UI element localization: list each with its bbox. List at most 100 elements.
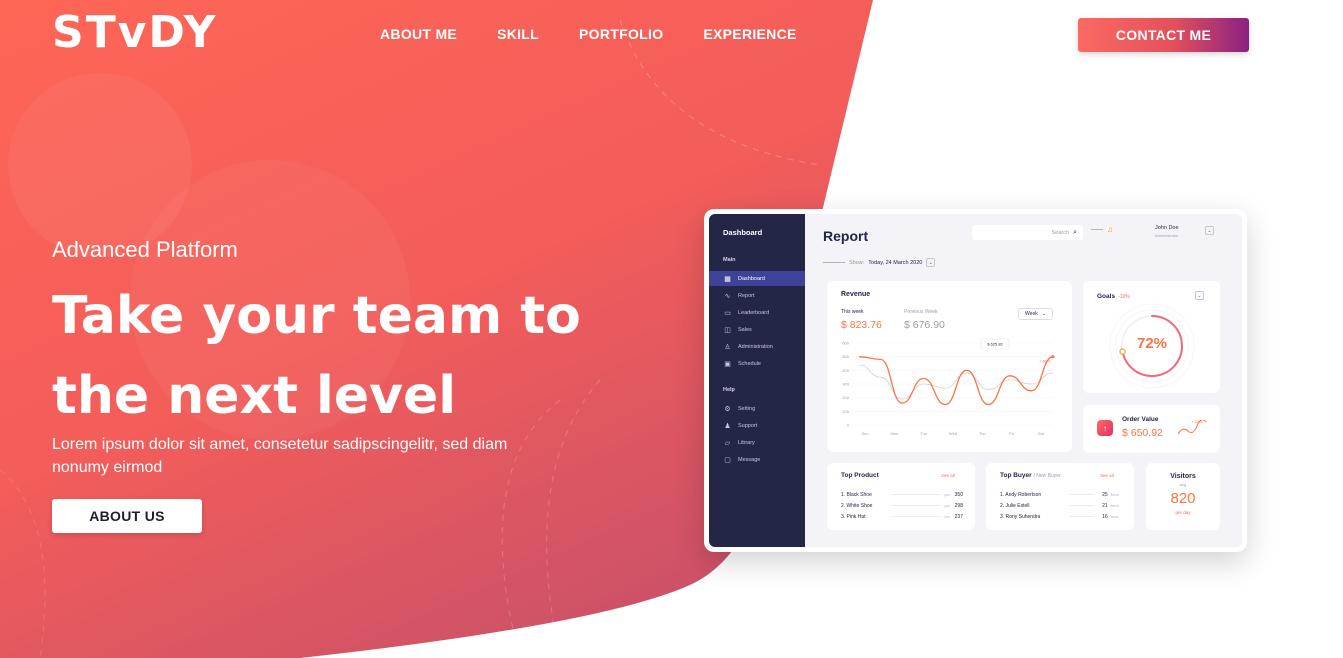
visitors-sub: avg — [1179, 482, 1187, 487]
x-tick-label: Fri — [1009, 431, 1014, 436]
item-unit: pcs — [944, 492, 950, 497]
sidebar-item-label: Setting — [738, 405, 756, 412]
sidebar-item-sales[interactable]: ◫ Sales — [709, 322, 805, 337]
about-us-button[interactable]: ABOUT US — [52, 499, 202, 533]
dashboard-frame: Dashboard Main ▦ Dashboard ∿ Report ▭ Leade… — [709, 214, 1242, 547]
sidebar-section-help: Help — [723, 387, 735, 393]
top-buyer-see-all-link[interactable]: See all — [1100, 473, 1114, 478]
sidebar-item-schedule[interactable]: ▣ Schedule — [709, 356, 805, 371]
x-tick-label: Sun — [861, 431, 868, 436]
top-buyer-list: 1. Andy Robertson 25 items 2. Julie Estell… — [1000, 489, 1122, 522]
x-tick-label: Thu — [979, 431, 986, 436]
chevron-down-icon: ⌄ — [1041, 311, 1046, 317]
hero-description: Lorem ipsum dolor sit amet, consetetur s… — [52, 436, 508, 476]
sidebar-item-label: Schedule — [738, 360, 761, 367]
x-tick-label: Mon — [890, 431, 898, 436]
hero-subtitle: Advanced Platform — [52, 237, 238, 262]
sidebar-item-report[interactable]: ∿ Report — [709, 288, 805, 303]
user-role: Administrator — [1155, 233, 1179, 238]
sidebar-item-label: Report — [738, 292, 755, 299]
goals-percent: 72% — [1136, 335, 1168, 352]
activity-icon: ∿ — [724, 292, 731, 300]
y-tick-label: 500 — [842, 354, 849, 359]
chevron-down-icon[interactable]: ⌄ — [1195, 291, 1204, 300]
sidebar-item-label: Library — [738, 439, 755, 446]
sidebar-item-administration[interactable]: ♙ Administration — [709, 339, 805, 354]
sidebar-item-leaderboard[interactable]: ▭ Leaderboard — [709, 305, 805, 320]
date-value: Today, 24 March 2020 — [868, 259, 923, 266]
dashboard-search-input[interactable]: Search ⌕ — [972, 225, 1083, 240]
item-unit: items — [1110, 514, 1119, 519]
nav-about-me[interactable]: ABOUT ME — [380, 26, 457, 42]
user-profile[interactable]: John Doe Administrator — [1155, 225, 1179, 239]
list-item: 2. White Shoe pcs 298 — [841, 500, 963, 511]
visitors-value: 820 — [1170, 490, 1196, 507]
item-name: 2. Julie Estell — [1000, 502, 1030, 509]
search-placeholder: Search — [1051, 229, 1070, 236]
contact-me-button[interactable]: CONTACT ME — [1078, 18, 1249, 52]
goal-progress-knob — [1119, 348, 1126, 355]
sidebar-title: Dashboard — [723, 228, 763, 237]
order-value: $ 650.92 — [1122, 427, 1163, 439]
visitors-card: Visitors avg 820 per day — [1146, 463, 1220, 530]
database-icon: ◫ — [724, 326, 731, 334]
item-count: 16 — [1102, 513, 1108, 520]
nav-experience[interactable]: EXPERIENCE — [703, 26, 796, 42]
notification-button[interactable]: ♫ — [1091, 225, 1113, 234]
dashboard-sidebar: Dashboard Main ▦ Dashboard ∿ Report ▭ Leade… — [709, 214, 805, 547]
previous-week-label: Previous Week — [904, 309, 938, 315]
top-product-title: Top Product — [841, 472, 879, 479]
sidebar-item-support[interactable]: ♟ Support — [709, 418, 805, 433]
sidebar-item-label: Leaderboard — [738, 309, 770, 316]
sidebar-item-setting[interactable]: ⚙ Setting — [709, 401, 805, 416]
item-name: 3. Pink Hat — [841, 513, 866, 520]
y-tick-label: 100 — [842, 409, 849, 414]
top-product-see-all-link[interactable]: See all — [941, 473, 955, 478]
top-buyer-subtitle: / New Buyer — [1033, 473, 1061, 479]
item-unit: pcs — [944, 514, 950, 519]
folder-icon: ▱ — [724, 439, 731, 447]
gear-icon: ⚙ — [724, 405, 731, 413]
previous-week-value: $ 676.90 — [904, 319, 945, 331]
top-buyer-title: Top Buyer / New Buyer — [1000, 472, 1061, 479]
search-icon: ⌕ — [1073, 228, 1077, 236]
user-name: John Doe — [1155, 225, 1179, 231]
y-tick-label: 0 — [847, 423, 850, 428]
sidebar-item-label: Sales — [738, 326, 752, 333]
calendar-icon: ▣ — [724, 360, 731, 368]
sidebar-item-message[interactable]: ▢ Message — [709, 452, 805, 467]
order-value-card: ↑ Order Value $ 650.92 + 22% — [1083, 405, 1220, 453]
list-item: 1. Black Shoe pcs 350 — [841, 489, 963, 500]
chevron-down-icon[interactable]: ⌄ — [1205, 226, 1214, 235]
sidebar-item-dashboard[interactable]: ▦ Dashboard — [709, 271, 805, 286]
nav-skill[interactable]: SKILL — [497, 26, 539, 42]
brand-logo[interactable]: STvDY — [52, 8, 218, 58]
y-tick-label: 600 — [842, 341, 849, 346]
period-value: Week — [1025, 311, 1038, 317]
sidebar-item-library[interactable]: ▱ Library — [709, 435, 805, 450]
item-unit: items — [1110, 492, 1119, 497]
y-tick-label: 400 — [842, 368, 849, 373]
period-select[interactable]: Week ⌄ — [1018, 308, 1053, 320]
y-tick-label: 300 — [842, 382, 849, 387]
item-name: 1. Black Shoe — [841, 491, 872, 498]
sidebar-section-main: Main — [723, 257, 736, 263]
order-change: + 22% — [1191, 419, 1203, 424]
report-title: Report — [823, 228, 869, 244]
goals-title: Goals -10% — [1097, 293, 1130, 300]
nav-portfolio[interactable]: PORTFOLIO — [579, 26, 663, 42]
item-count: 237 — [954, 513, 963, 520]
visitors-period: per day — [1175, 510, 1191, 515]
item-count: 298 — [954, 502, 963, 509]
top-buyer-title-text: Top Buyer — [1000, 472, 1032, 479]
list-item: 3. Rony Suhendra 16 items — [1000, 511, 1122, 522]
goals-card: Goals -10% ⌄ 72% — [1083, 281, 1220, 393]
series-delta-label: + 60% — [1039, 359, 1051, 364]
item-name: 3. Rony Suhendra — [1000, 513, 1041, 520]
item-count: 21 — [1102, 502, 1108, 509]
sidebar-item-label: Administration — [738, 343, 773, 350]
dashboard-main: Report Search ⌕ ♫ John Doe Administrator ⌄… — [805, 214, 1242, 547]
list-item: 2. Julie Estell 21 items — [1000, 500, 1122, 511]
chevron-down-icon[interactable]: ⌄ — [926, 258, 936, 267]
users-icon: ♟ — [724, 422, 731, 430]
